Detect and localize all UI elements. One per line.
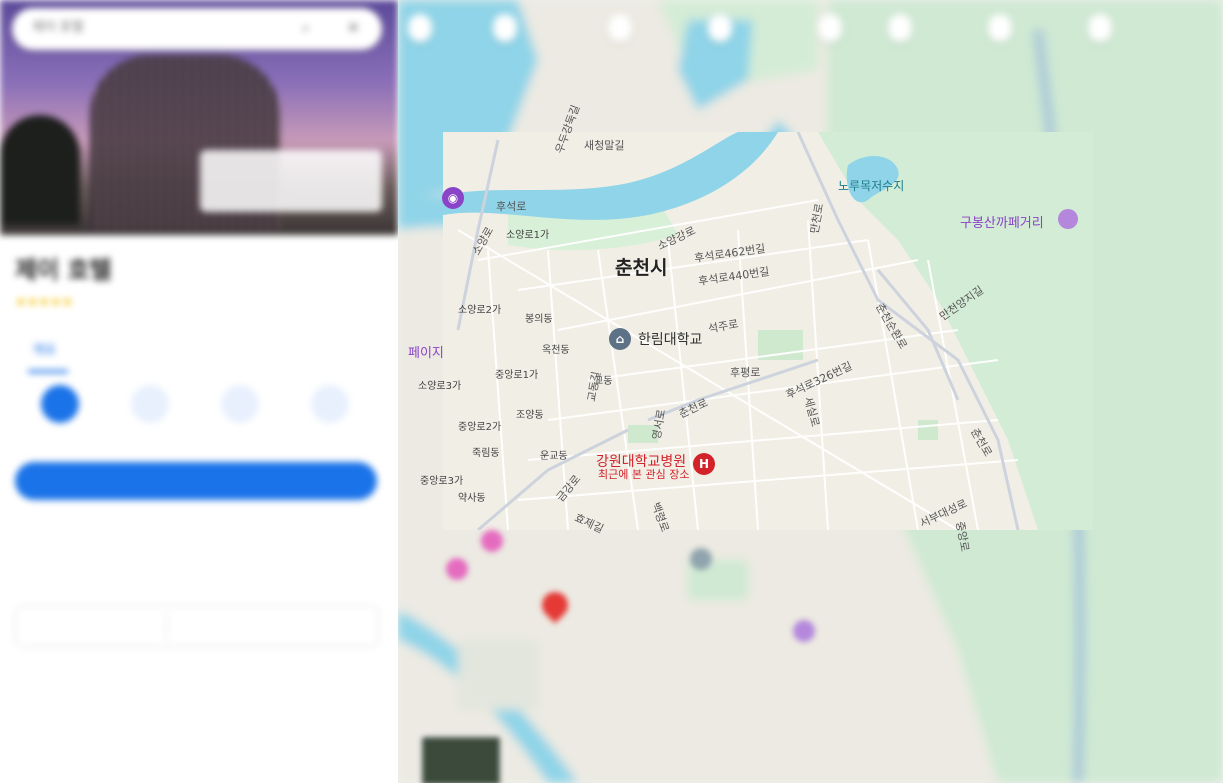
dong-label: 소양로3가	[418, 381, 462, 392]
nearby-icon	[221, 385, 259, 423]
rating-stars: ★★★★★	[15, 295, 74, 310]
search-icon[interactable]: ⌕	[302, 20, 310, 36]
chip-5[interactable]	[818, 14, 842, 42]
grey-marker-icon[interactable]	[690, 548, 712, 570]
directions-icon	[41, 385, 79, 423]
dong-label: 중앙로3가	[420, 476, 464, 487]
tree-silhouette	[0, 115, 80, 225]
place-meta: ★★★★★	[15, 295, 73, 310]
category-chips	[398, 0, 1223, 60]
dong-label: 교동	[594, 376, 613, 387]
date-divider	[166, 612, 167, 640]
dong-label: 운교동	[540, 451, 568, 462]
chip-1[interactable]	[408, 14, 432, 42]
chip-3[interactable]	[608, 14, 632, 42]
share-icon	[311, 385, 349, 423]
road-label: 후석로	[496, 200, 527, 213]
nearby-button[interactable]	[210, 385, 270, 423]
dong-label: 소양로1가	[506, 230, 550, 241]
pink-marker-icon[interactable]	[446, 558, 468, 580]
place-name: 제이 호텔	[15, 256, 112, 284]
dong-label: 중앙로2가	[458, 422, 502, 433]
university-label[interactable]: 한림대학교	[638, 329, 702, 349]
chip-8[interactable]	[1088, 14, 1112, 42]
share-button[interactable]	[300, 385, 360, 423]
pass-label[interactable]: 구봉산까페거리	[960, 212, 1044, 231]
tab-overview[interactable]: 개요	[32, 339, 56, 358]
directions-button[interactable]	[30, 385, 90, 423]
pink-marker-icon[interactable]	[481, 530, 503, 552]
dong-label: 옥천동	[542, 345, 570, 356]
save-button[interactable]	[120, 385, 180, 423]
left-place-label[interactable]: 페이지	[408, 342, 444, 361]
photo-overlay-card[interactable]	[200, 150, 382, 212]
satellite-toggle-thumbnail[interactable]	[420, 735, 502, 783]
chip-7[interactable]	[988, 14, 1012, 42]
purple-marker-icon[interactable]	[793, 620, 815, 642]
dong-label: 봉의동	[525, 314, 553, 325]
city-label: 춘천시	[615, 257, 668, 279]
map-canvas[interactable]: 춘천시 새청말길 우두강둑길 후석로 소양로 소양강로 후석로462번길 후석로…	[398, 0, 1223, 783]
road-label: 새청말길	[584, 139, 625, 152]
dong-label: 죽림동	[472, 448, 500, 459]
dong-label: 중앙로1가	[495, 370, 539, 381]
close-icon[interactable]: ✕	[347, 18, 360, 37]
road-label: 후평로	[730, 366, 761, 379]
date-selector[interactable]	[15, 605, 379, 647]
search-box[interactable]: ⌕ ✕	[12, 8, 382, 50]
tab-underline	[28, 370, 68, 373]
action-buttons	[0, 385, 398, 445]
camera-icon[interactable]: ◉	[442, 187, 464, 209]
university-icon[interactable]: ⌂	[609, 328, 631, 350]
hospital-sublabel: 최근에 본 관심 장소	[598, 468, 690, 481]
search-input[interactable]	[30, 18, 274, 35]
cafe-street-icon[interactable]	[1058, 209, 1078, 229]
booking-button[interactable]	[15, 462, 377, 500]
dong-label: 약사동	[458, 493, 486, 504]
reservoir-label[interactable]: 노루목저수지	[838, 177, 904, 194]
chip-2[interactable]	[493, 14, 517, 42]
chip-6[interactable]	[888, 14, 912, 42]
chip-4[interactable]	[708, 14, 732, 42]
place-tabs: 개요	[0, 335, 398, 375]
dong-label: 소양로2가	[458, 305, 502, 316]
bookmark-icon	[131, 385, 169, 423]
dong-label: 조양동	[516, 410, 544, 421]
hospital-icon[interactable]: H	[693, 453, 715, 475]
place-panel: ⌕ ✕ 제이 호텔 ★★★★★ 개요	[0, 0, 398, 783]
